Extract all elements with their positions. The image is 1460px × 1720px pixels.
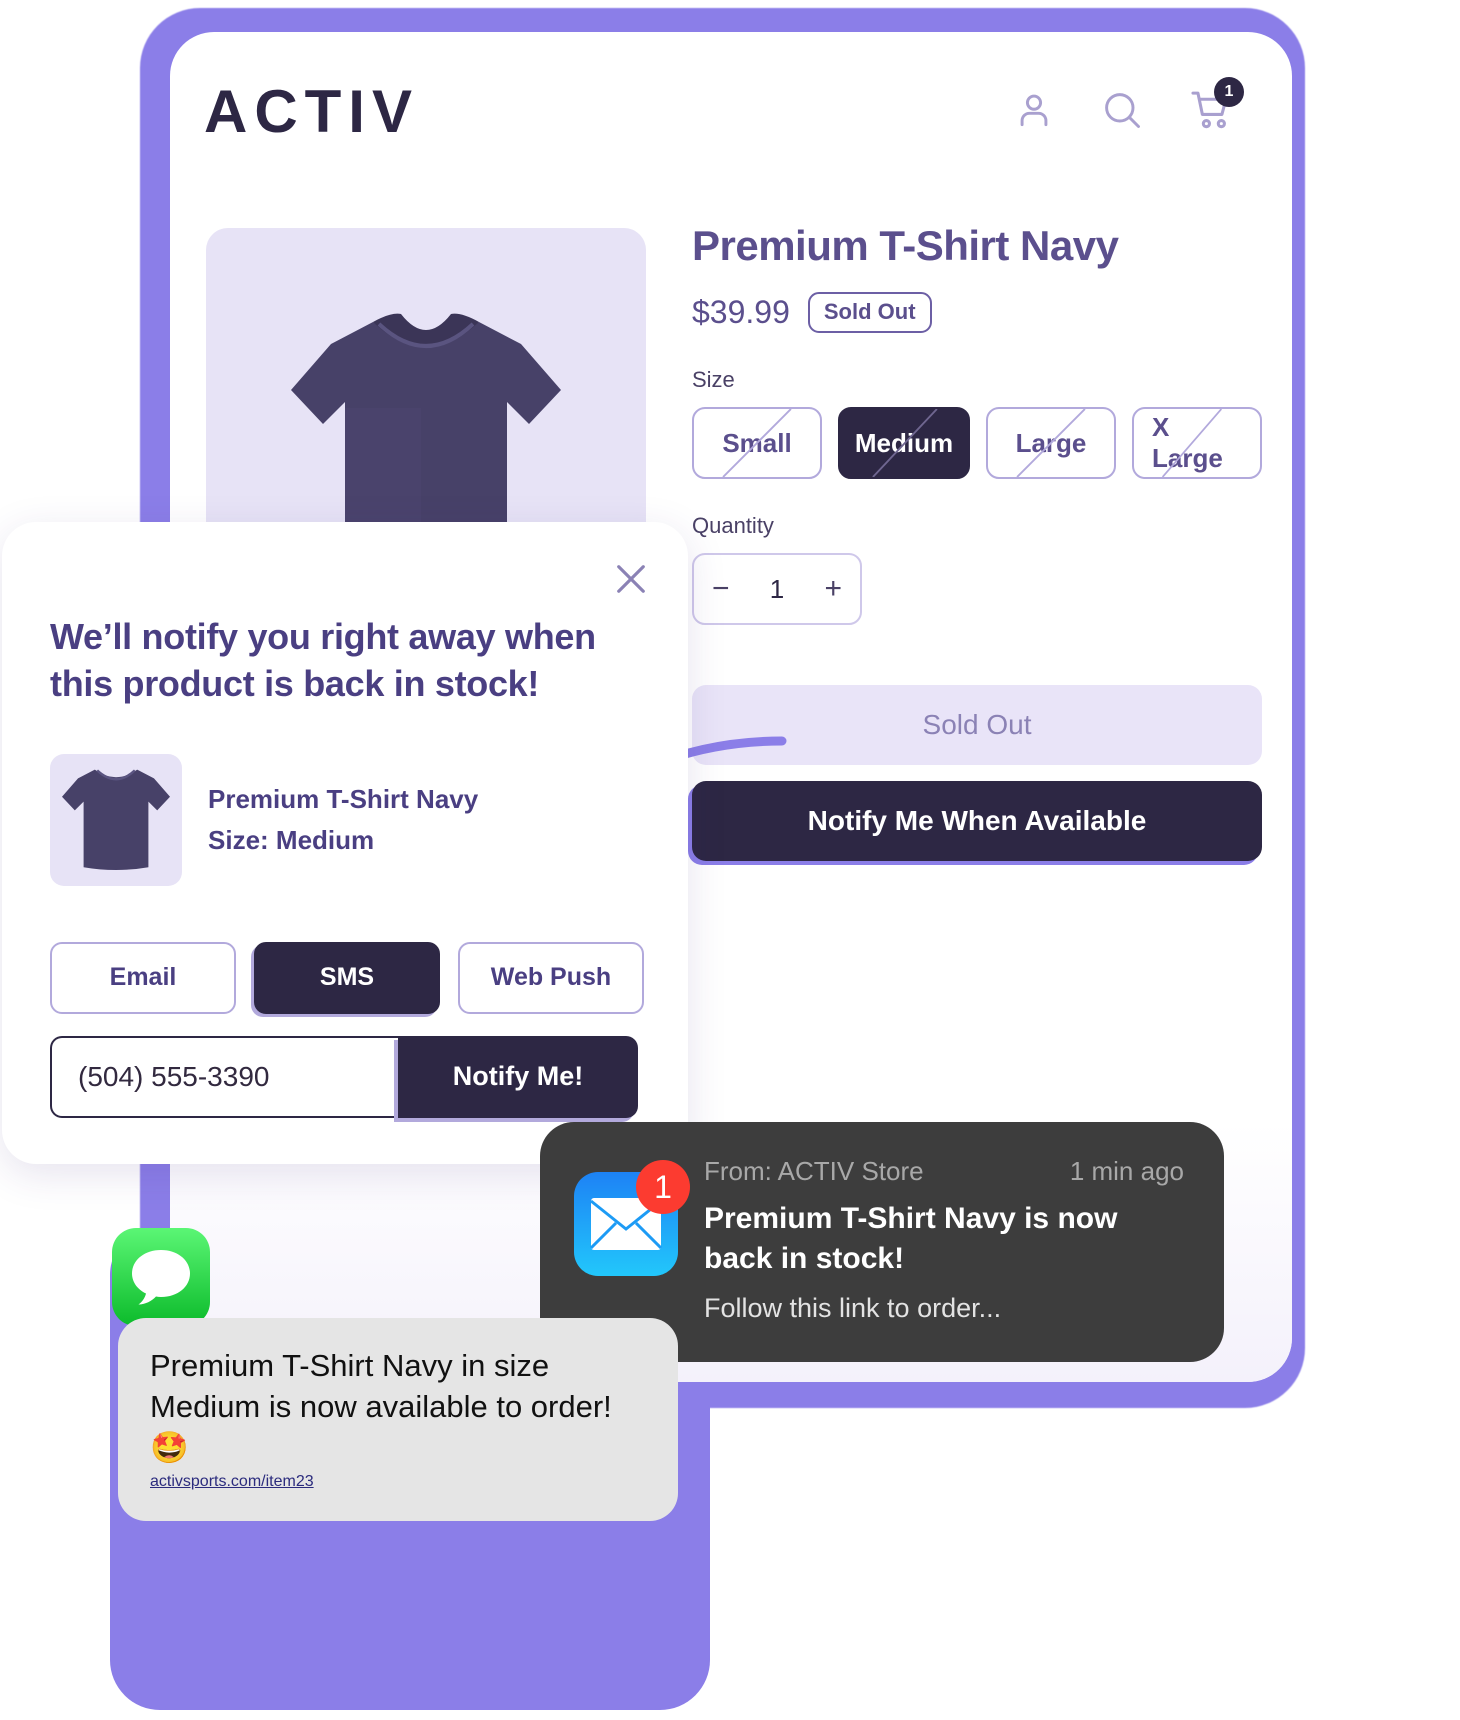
quantity-increment-button[interactable]: +	[824, 574, 842, 604]
sms-message-link[interactable]: activsports.com/item23	[150, 1473, 314, 1491]
cart-icon[interactable]: 1	[1188, 76, 1244, 138]
status-badge: Sold Out	[807, 292, 932, 334]
cart-count-badge: 1	[1214, 76, 1244, 107]
modal-product-thumbnail	[50, 753, 182, 886]
size-option-large[interactable]: Large	[986, 407, 1116, 480]
email-notification-title: Premium T-Shirt Navy is now back in stoc…	[704, 1202, 1118, 1275]
quantity-value: 1	[769, 573, 785, 604]
sms-message-bubble: Premium T-Shirt Navy in size Medium is n…	[118, 1318, 678, 1521]
size-option-medium[interactable]: Medium	[838, 407, 970, 480]
product-details-panel: Premium T-Shirt Navy $39.99 Sold Out Siz…	[692, 222, 1262, 862]
notify-me-when-available-button[interactable]: Notify Me When Available	[692, 781, 1262, 862]
account-icon[interactable]	[1012, 88, 1056, 137]
brand-logo[interactable]: ACTIV	[204, 82, 419, 142]
modal-product-info: Premium T-Shirt Navy Size: Medium	[208, 779, 478, 860]
speech-bubble-icon	[132, 1250, 190, 1305]
size-option-label: Medium	[854, 427, 954, 458]
header-icon-group: 1	[1012, 76, 1244, 138]
channel-option-web-push[interactable]: Web Push	[458, 941, 644, 1014]
email-timestamp: 1 min ago	[1069, 1156, 1184, 1186]
size-option-label: Small	[722, 427, 792, 458]
size-option-x-large[interactable]: X Large	[1132, 407, 1262, 480]
notification-channel-selector: Email SMS Web Push	[50, 941, 644, 1014]
messages-app-icon	[112, 1228, 210, 1326]
product-price: $39.99	[692, 294, 790, 331]
quantity-label: Quantity	[692, 513, 774, 539]
mail-icon-wrapper: 1	[574, 1160, 690, 1276]
email-notification-subtitle: Follow this link to order...	[704, 1292, 1002, 1323]
email-notification-body: From: ACTIV Store 1 min ago Premium T-Sh…	[704, 1156, 1184, 1324]
channel-option-sms[interactable]: SMS	[254, 941, 440, 1014]
channel-option-email[interactable]: Email	[50, 941, 236, 1014]
quantity-decrement-button[interactable]: −	[712, 574, 730, 604]
size-option-label: Large	[1015, 427, 1087, 458]
sms-message-text: Premium T-Shirt Navy in size Medium is n…	[150, 1348, 612, 1465]
tshirt-illustration	[62, 769, 170, 870]
price-row: $39.99 Sold Out	[692, 292, 1262, 334]
size-option-small[interactable]: Small	[692, 407, 822, 480]
notify-me-submit-button[interactable]: Notify Me!	[398, 1035, 638, 1118]
size-selector: Small Medium Large X Large	[692, 407, 1262, 480]
search-icon[interactable]	[1100, 88, 1144, 137]
mail-unread-badge: 1	[636, 1160, 690, 1214]
email-notification-meta: From: ACTIV Store 1 min ago	[704, 1156, 1184, 1187]
size-option-label: X Large	[1152, 412, 1223, 474]
back-in-stock-modal: We’ll notify you right away when this pr…	[2, 522, 688, 1164]
notify-form: (504) 555-3390 Notify Me!	[50, 1035, 638, 1118]
phone-input[interactable]: (504) 555-3390	[50, 1035, 398, 1118]
quantity-stepper[interactable]: − 1 +	[692, 553, 862, 626]
modal-product-size: Size: Medium	[208, 824, 375, 855]
site-header: ACTIV 1	[170, 32, 1292, 192]
email-sender: From: ACTIV Store	[704, 1156, 924, 1186]
modal-headline: We’ll notify you right away when this pr…	[50, 616, 596, 704]
close-icon[interactable]	[610, 558, 652, 600]
page-title: Premium T-Shirt Navy	[692, 222, 1119, 269]
modal-product-row: Premium T-Shirt Navy Size: Medium	[50, 753, 640, 886]
size-label: Size	[692, 367, 735, 393]
sold-out-button: Sold Out	[692, 685, 1262, 766]
modal-product-name: Premium T-Shirt Navy	[208, 784, 479, 815]
